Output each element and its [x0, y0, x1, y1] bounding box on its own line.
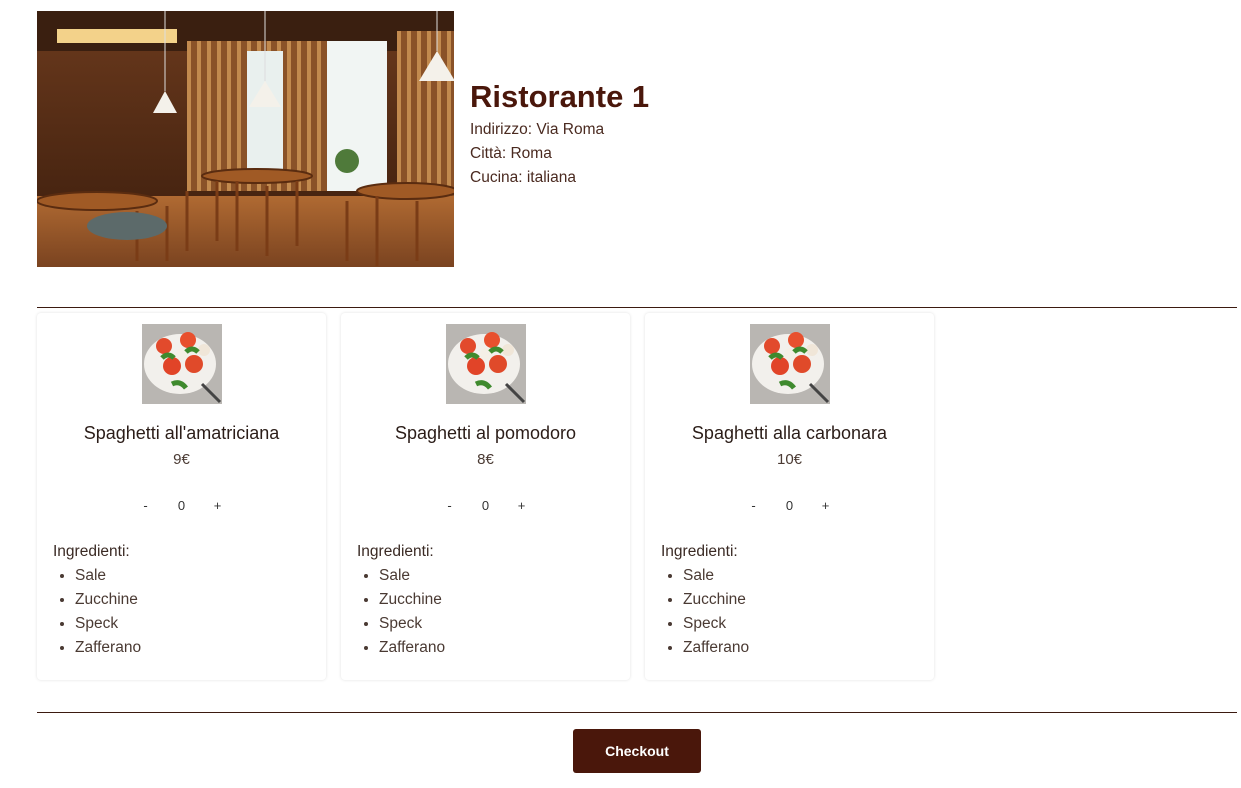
increase-button[interactable]: +	[200, 498, 236, 513]
ingredient-item: Zucchine	[683, 588, 918, 612]
dish-card: Spaghetti alla carbonara 10€ - 0 + Ingre…	[645, 313, 934, 680]
dish-name: Spaghetti all'amatriciana	[83, 423, 280, 443]
restaurant-name: Ristorante 1	[470, 78, 650, 114]
restaurant-address: Indirizzo: Via Roma	[470, 121, 605, 139]
menu-cards: Spaghetti all'amatriciana 9€ - 0 + Ingre…	[37, 313, 934, 680]
ingredient-item: Speck	[75, 612, 310, 636]
ingredient-item: Sale	[683, 564, 918, 588]
ingredient-item: Zafferano	[75, 636, 310, 660]
dish-price: 8€	[477, 451, 494, 468]
bottom-divider	[37, 712, 1237, 713]
quantity-stepper: - 0 +	[53, 498, 310, 513]
ingredient-item: Speck	[379, 612, 614, 636]
ingredients-title: Ingredienti:	[53, 543, 130, 560]
dish-price: 9€	[173, 451, 190, 468]
dish-name: Spaghetti alla carbonara	[691, 423, 888, 443]
ingredients-list: Sale Zucchine Speck Zafferano	[661, 564, 918, 660]
dish-image	[141, 324, 222, 404]
ingredients-list: Sale Zucchine Speck Zafferano	[357, 564, 614, 660]
restaurant-info: Ristorante 1 Indirizzo: Via Roma Città: …	[470, 78, 650, 190]
ingredient-item: Zucchine	[75, 588, 310, 612]
dish-card: Spaghetti al pomodoro 8€ - 0 + Ingredien…	[341, 313, 630, 680]
quantity-stepper: - 0 +	[661, 498, 918, 513]
dish-image	[445, 324, 526, 404]
ingredient-item: Sale	[379, 564, 614, 588]
quantity-value: 0	[481, 498, 490, 513]
ingredients-list: Sale Zucchine Speck Zafferano	[53, 564, 310, 660]
restaurant-photo	[37, 11, 454, 267]
increase-button[interactable]: +	[808, 498, 844, 513]
dish-price: 10€	[776, 451, 803, 468]
ingredient-item: Speck	[683, 612, 918, 636]
restaurant-header: Ristorante 1 Indirizzo: Via Roma Città: …	[37, 11, 649, 267]
ingredients-title: Ingredienti:	[357, 543, 434, 560]
dish-image	[749, 324, 830, 404]
checkout-button[interactable]: Checkout	[573, 729, 701, 773]
quantity-value: 0	[785, 498, 794, 513]
restaurant-cuisine: Cucina: italiana	[470, 169, 576, 187]
quantity-stepper: - 0 +	[357, 498, 614, 513]
decrease-button[interactable]: -	[736, 498, 772, 513]
ingredients-title: Ingredienti:	[661, 543, 738, 560]
top-divider	[37, 307, 1237, 308]
ingredient-item: Zafferano	[379, 636, 614, 660]
ingredient-item: Sale	[75, 564, 310, 588]
decrease-button[interactable]: -	[128, 498, 164, 513]
decrease-button[interactable]: -	[432, 498, 468, 513]
dish-card: Spaghetti all'amatriciana 9€ - 0 + Ingre…	[37, 313, 326, 680]
dish-name: Spaghetti al pomodoro	[394, 423, 577, 443]
quantity-value: 0	[177, 498, 186, 513]
increase-button[interactable]: +	[504, 498, 540, 513]
ingredient-item: Zafferano	[683, 636, 918, 660]
restaurant-city: Città: Roma	[470, 145, 552, 163]
ingredient-item: Zucchine	[379, 588, 614, 612]
